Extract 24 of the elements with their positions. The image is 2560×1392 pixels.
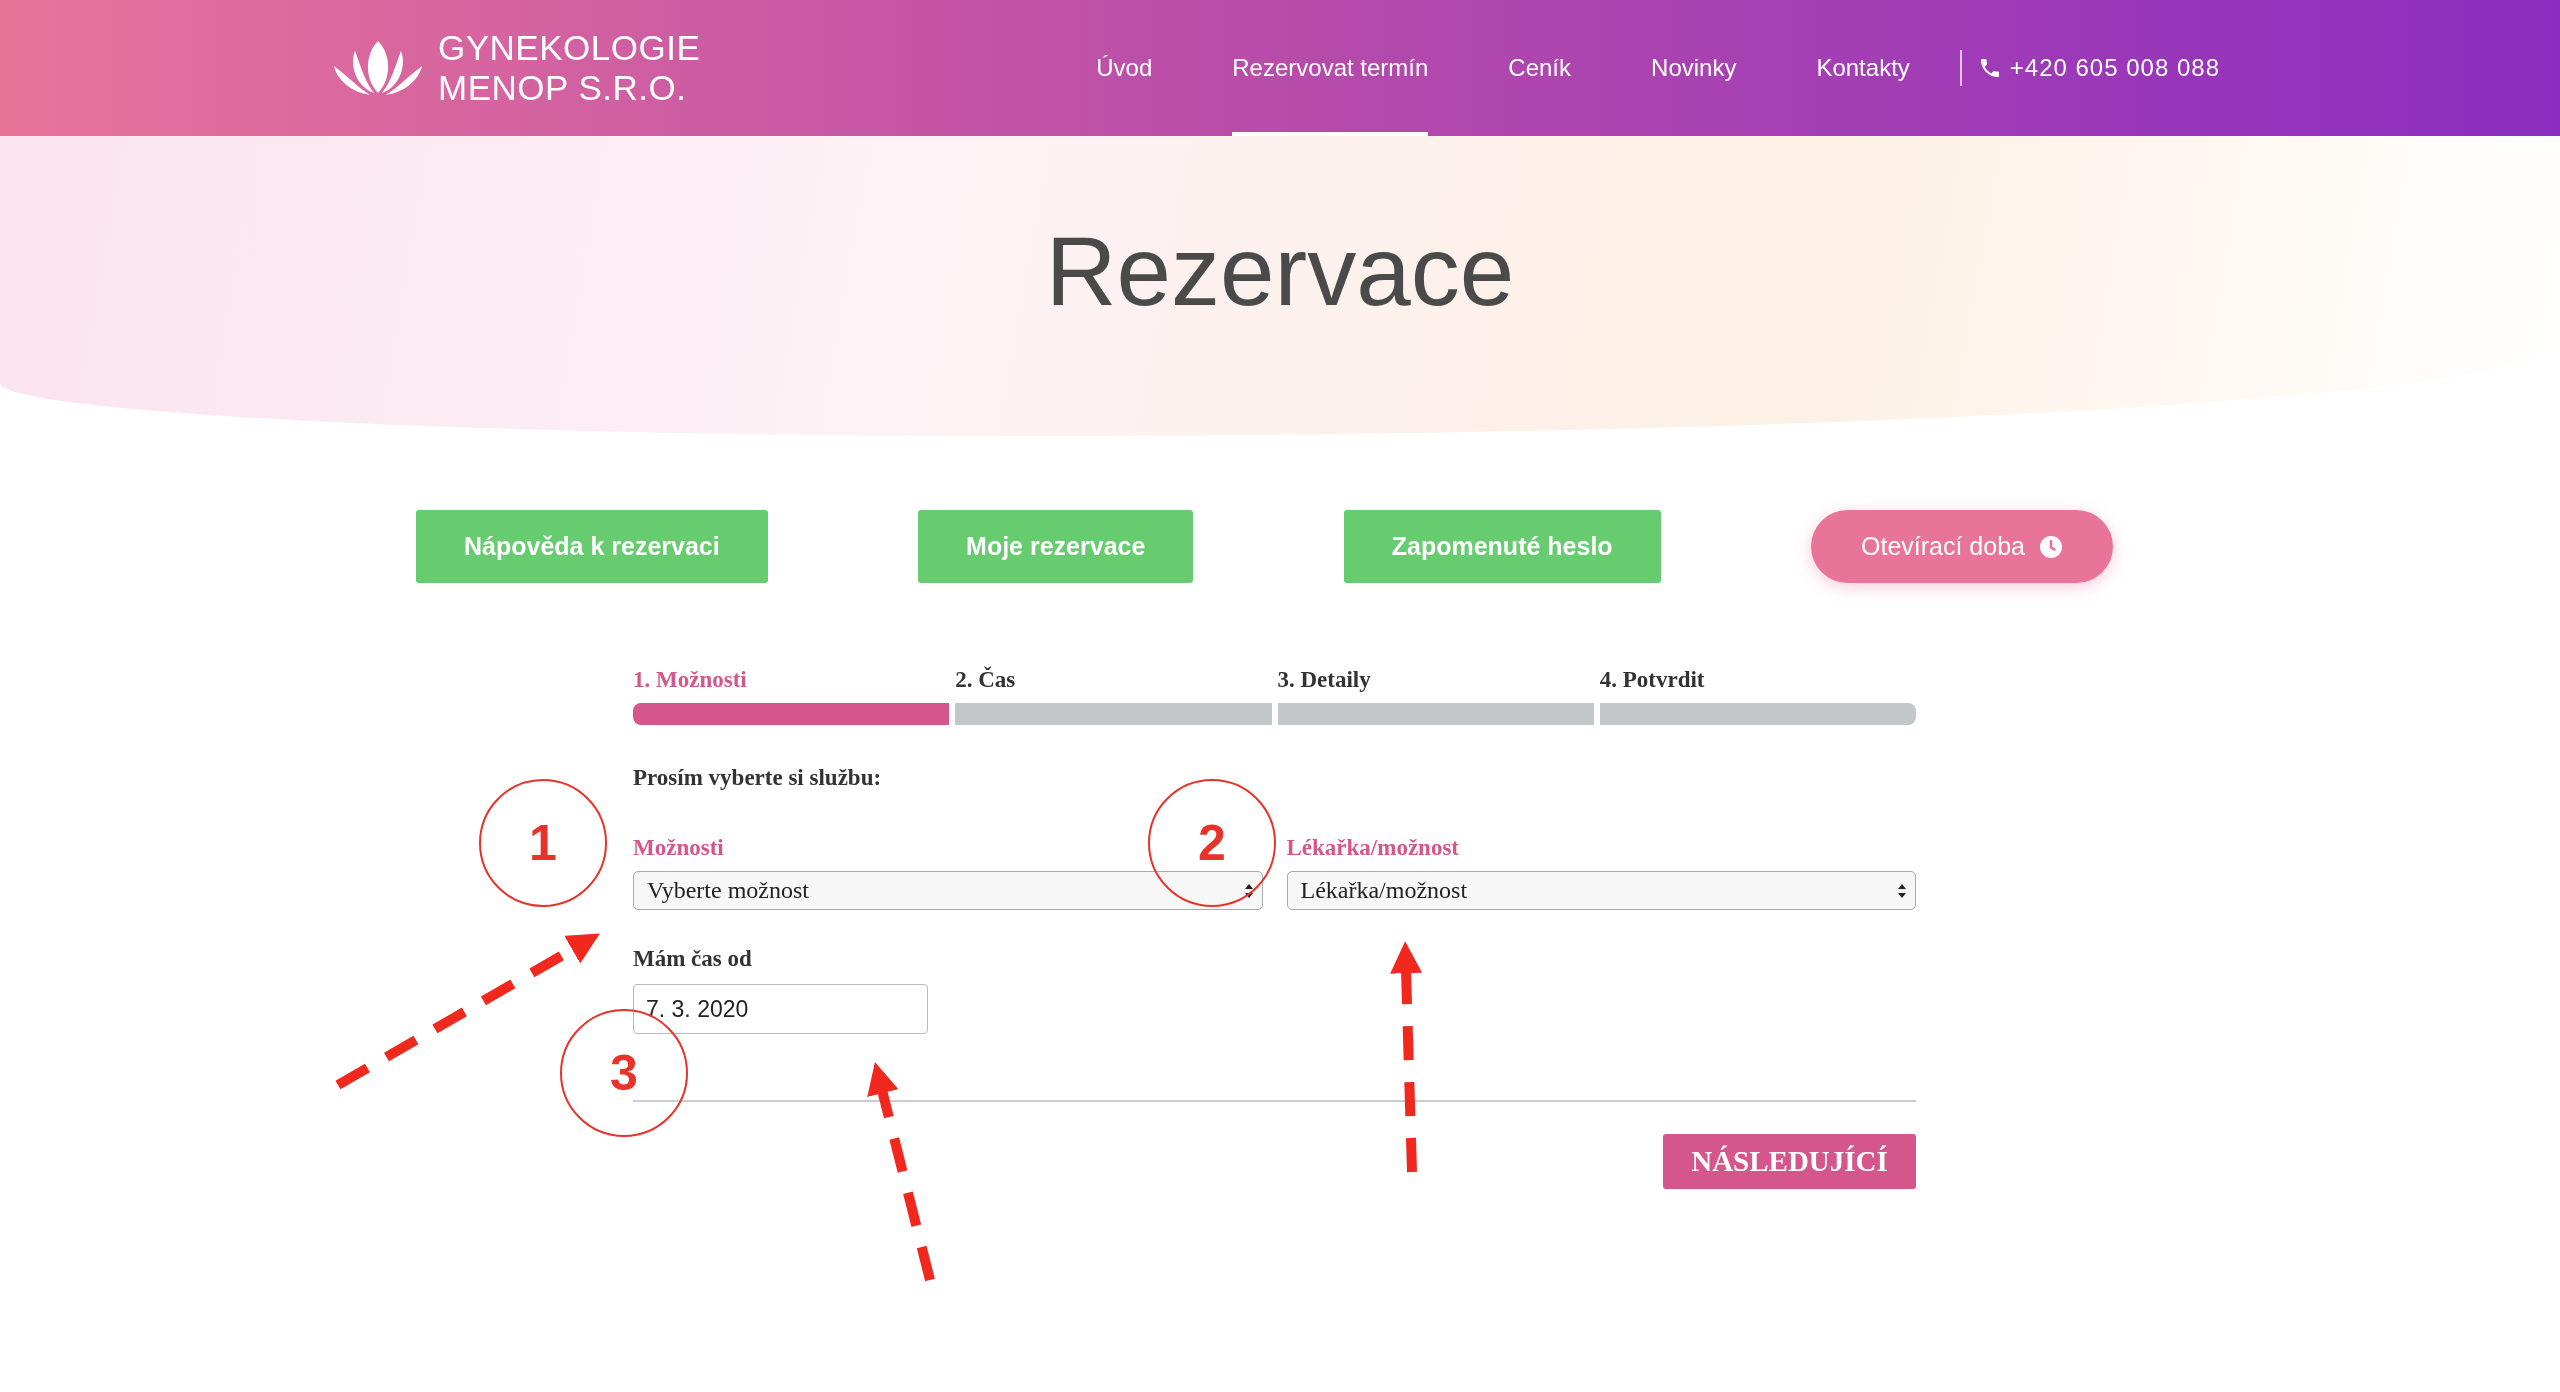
dropdown-field[interactable]: Lékařka/možnost [1286, 871, 1916, 910]
step-label: 4. Potvrdit [1599, 667, 1706, 693]
field-label: Lékařka/možnost [1286, 835, 1459, 861]
next-button[interactable]: NÁSLEDUJÍCÍ [1663, 1134, 1916, 1189]
nav-link[interactable]: Novinky [1651, 0, 1737, 136]
logo-text[interactable]: GYNEKOLOGIE MENOP S.R.O. [438, 28, 701, 108]
form-prompt: Prosím vyberte si službu: [633, 765, 883, 791]
annotation-marker: 1 [479, 779, 607, 907]
phone-link[interactable]: +420 605 008 088 [2009, 54, 2220, 82]
clock-icon [2038, 534, 2063, 559]
dropdown-arrows-icon [1897, 882, 1907, 899]
nav-link[interactable]: Kontakty [1816, 0, 1910, 136]
step-label: 1. Možnosti [633, 667, 748, 693]
field-label: Možnosti [633, 835, 724, 861]
action-button[interactable]: Otevírací doba [1811, 510, 2113, 583]
nav-link[interactable]: Úvod [1096, 0, 1153, 136]
field-label: Mám čas od [633, 946, 753, 972]
step-label: 3. Detaily [1277, 667, 1372, 693]
dropdown-field[interactable]: Vyberte možnost [633, 871, 1263, 910]
nav-link[interactable]: Ceník [1508, 0, 1572, 136]
annotation-marker: 2 [1148, 779, 1276, 907]
dropdown-arrows-icon [1243, 882, 1254, 899]
page-title: Rezervace [1045, 216, 1515, 326]
step-label: 2. Čas [955, 667, 1017, 693]
